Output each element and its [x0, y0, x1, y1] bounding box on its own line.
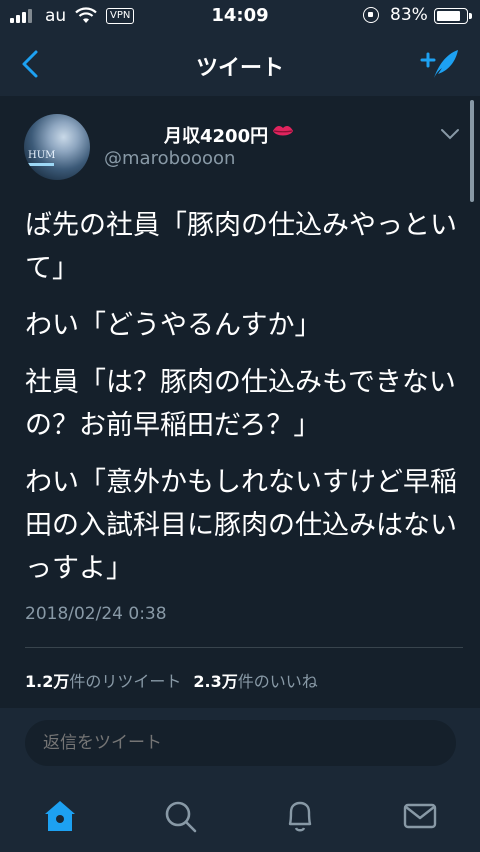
avatar-text: HUM [28, 150, 56, 161]
status-bar: au VPN 14:09 83% [0, 0, 480, 32]
battery-fill [437, 11, 461, 21]
mail-icon [403, 803, 437, 829]
reply-input[interactable] [25, 720, 456, 766]
like-stat[interactable]: 2.3万件のいいね [193, 668, 317, 692]
tweet-paragraph: 社員「は？豚肉の仕込みもできないの？お前早稲田だろ？」 [25, 367, 456, 441]
search-icon [165, 801, 197, 833]
scrollbar[interactable] [470, 100, 474, 202]
nav-bar: ツイート [0, 32, 480, 96]
tweet-paragraph: わい「意外かもしれないすけど早稲田の入試科目に豚肉の仕込みはないっすよ」 [25, 467, 457, 584]
battery-percent: 83% [390, 5, 428, 25]
battery-icon [434, 8, 472, 24]
tweet-text: ば先の社員「豚肉の仕込みやっといて」 わい「どうやるんすか」 社員「は？豚肉の仕… [25, 204, 470, 604]
tab-messages[interactable] [402, 798, 438, 834]
compose-button[interactable] [420, 44, 460, 84]
avatar-stripe [28, 163, 54, 166]
page-title: ツイート [195, 56, 284, 81]
timestamp: 2018/02/24 0:38 [25, 604, 167, 624]
tweet-paragraph: ば先の社員「豚肉の仕込みやっといて」 [25, 210, 457, 284]
like-label: 件のいいね [237, 672, 318, 691]
tab-bar [0, 778, 480, 852]
retweet-label: 件のリツイート [69, 672, 182, 691]
tweet-paragraph: わい「どうやるんすか」 [25, 310, 322, 341]
home-icon [45, 801, 75, 831]
avatar[interactable]: HUM [24, 114, 90, 180]
bell-icon [288, 801, 312, 832]
orientation-lock-icon [363, 7, 379, 23]
lips-icon [273, 126, 293, 136]
engagement-stats: 1.2万件のリツイート 2.3万件のいいね [25, 668, 318, 692]
tab-search[interactable] [162, 798, 198, 834]
reply-bar [0, 708, 480, 778]
retweet-count: 1.2万 [25, 672, 70, 691]
tab-home[interactable] [42, 798, 78, 834]
divider [25, 647, 463, 648]
handle[interactable]: @maroboooon [104, 148, 235, 169]
tab-notifications[interactable] [282, 798, 318, 834]
display-name[interactable]: 月収4200円 [164, 122, 268, 148]
tweet-detail: HUM 月収4200円 @maroboooon ば先の社員「豚肉の仕込みやっとい… [0, 96, 480, 708]
compose-feather-icon [420, 50, 458, 78]
retweet-stat[interactable]: 1.2万件のリツイート [25, 668, 181, 692]
chevron-down-icon[interactable] [440, 128, 460, 140]
like-count: 2.3万 [193, 672, 238, 691]
